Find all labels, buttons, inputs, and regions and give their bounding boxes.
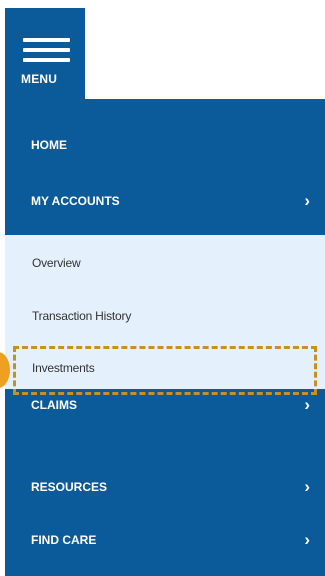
nav-item-label: FIND CARE (31, 533, 97, 547)
menu-label: MENU (21, 72, 58, 86)
submenu-item-transaction-history[interactable]: Transaction History (32, 309, 131, 323)
nav-item-find-care[interactable]: FIND CARE › (5, 518, 325, 562)
chevron-right-icon: › (304, 191, 310, 210)
nav-item-my-accounts[interactable]: MY ACCOUNTS › (5, 179, 325, 223)
menu-toggle-button[interactable]: MENU (5, 8, 85, 99)
nav-item-label: CLAIMS (31, 398, 77, 412)
header-blank-area (85, 8, 325, 99)
chevron-right-icon: › (304, 530, 310, 549)
nav-item-label: HOME (31, 138, 67, 152)
nav-item-resources[interactable]: RESOURCES › (5, 465, 325, 509)
nav-item-claims[interactable]: CLAIMS › (5, 383, 325, 427)
nav-item-label: RESOURCES (31, 480, 108, 494)
chevron-right-icon: › (304, 395, 310, 414)
nav-item-home[interactable]: HOME (5, 123, 325, 167)
nav-item-label: MY ACCOUNTS (31, 194, 120, 208)
submenu-item-overview[interactable]: Overview (32, 256, 81, 270)
hamburger-icon (23, 38, 70, 68)
chevron-right-icon: › (304, 477, 310, 496)
